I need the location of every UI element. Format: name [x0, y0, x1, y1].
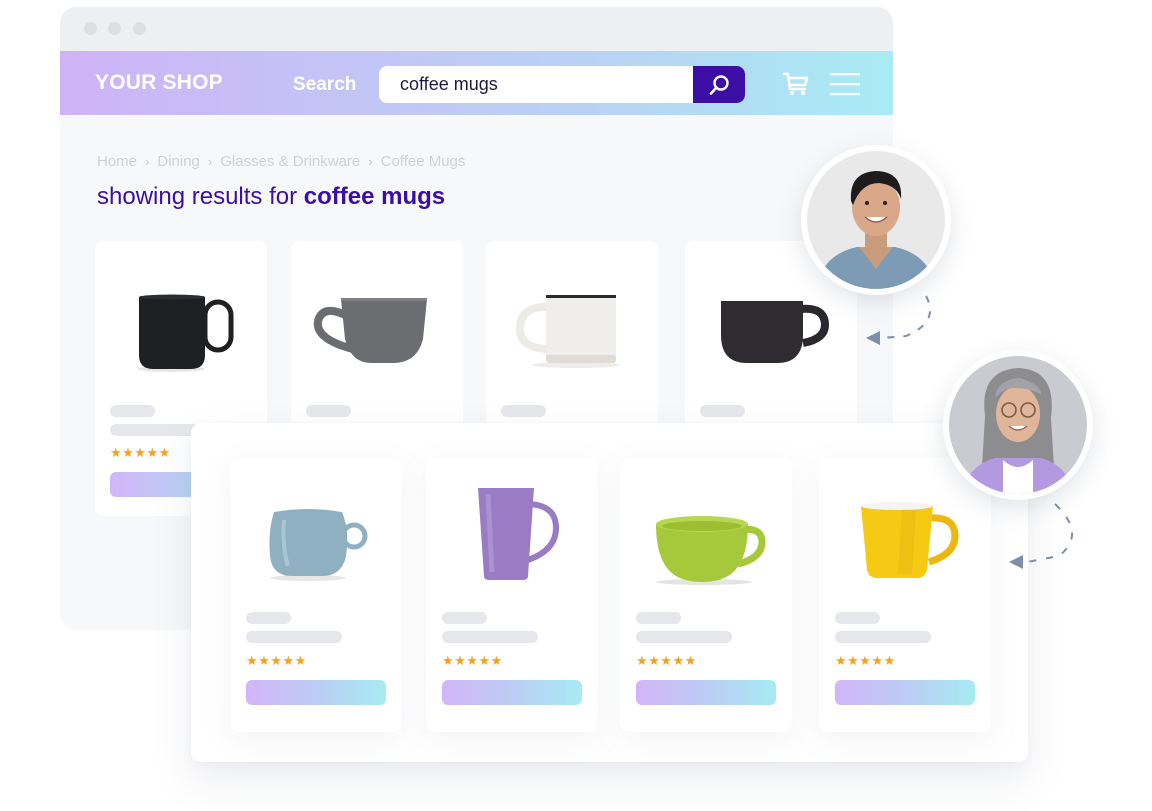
rating-stars: ★★★★★	[442, 653, 503, 668]
skeleton-title	[501, 405, 546, 417]
charcoal-mug-image	[721, 301, 830, 363]
skeleton-title	[306, 405, 351, 417]
man-portrait-image	[807, 151, 945, 289]
results-heading: showing results for coffee mugs	[97, 183, 445, 211]
light-blue-mug-image	[269, 509, 368, 581]
breadcrumb-home[interactable]: Home	[97, 153, 137, 171]
search-label: Search	[293, 74, 357, 95]
rating-stars: ★★★★★	[246, 653, 307, 668]
skeleton-title	[442, 612, 487, 624]
woman-shopper-avatar	[943, 350, 1093, 500]
window-close-button[interactable]	[84, 22, 97, 35]
rating-stars: ★★★★★	[636, 653, 697, 668]
recommendation-arrow-icon	[866, 295, 931, 345]
rating-stars: ★★★★★	[110, 445, 171, 460]
product-card[interactable]: ★★★★★	[230, 458, 402, 732]
window-titlebar	[60, 7, 893, 51]
green-mug-image	[656, 516, 766, 585]
search-icon	[709, 74, 729, 95]
recommendations-panel: ★★★★★ ★★★★★ ★★★★★ ★★★★★	[191, 423, 1028, 762]
shop-logo[interactable]: YOUR SHOP	[95, 71, 223, 95]
black-mug-image	[137, 294, 234, 372]
skeleton-title	[835, 612, 880, 624]
window-maximize-button[interactable]	[133, 22, 146, 35]
skeleton-subtitle	[442, 631, 538, 643]
search-button[interactable]	[693, 66, 745, 103]
breadcrumb-separator: ›	[368, 154, 373, 169]
recommendation-arrow-icon	[1009, 503, 1074, 569]
breadcrumb-coffee-mugs[interactable]: Coffee Mugs	[381, 153, 466, 171]
results-prefix: showing results for	[97, 183, 304, 210]
add-to-cart-button[interactable]	[636, 680, 776, 705]
skeleton-title	[110, 405, 155, 417]
purple-mug-image	[478, 488, 560, 580]
cart-icon[interactable]	[782, 70, 810, 98]
gray-mug-image	[313, 298, 427, 363]
breadcrumb: Home › Dining › Glasses & Drinkware › Co…	[97, 153, 465, 171]
product-card[interactable]: ★★★★★	[426, 458, 598, 732]
breadcrumb-dining[interactable]: Dining	[157, 153, 200, 171]
add-to-cart-button[interactable]	[442, 680, 582, 705]
skeleton-title	[636, 612, 681, 624]
skeleton-title	[246, 612, 291, 624]
window-minimize-button[interactable]	[108, 22, 121, 35]
skeleton-title	[700, 405, 745, 417]
add-to-cart-button[interactable]	[246, 680, 386, 705]
breadcrumb-separator: ›	[145, 154, 150, 169]
breadcrumb-glasses-drinkware[interactable]: Glasses & Drinkware	[220, 153, 360, 171]
rating-stars: ★★★★★	[835, 653, 896, 668]
man-shopper-avatar	[801, 145, 951, 295]
menu-icon[interactable]	[830, 71, 860, 97]
results-query: coffee mugs	[303, 183, 446, 210]
breadcrumb-separator: ›	[207, 154, 213, 169]
skeleton-subtitle	[636, 631, 732, 643]
woman-portrait-image	[949, 356, 1087, 494]
search-box	[379, 66, 745, 103]
product-card[interactable]: ★★★★★	[620, 458, 792, 732]
add-to-cart-button[interactable]	[835, 680, 975, 705]
skeleton-subtitle	[835, 631, 931, 643]
search-input[interactable]	[379, 66, 693, 103]
white-mug-image	[516, 295, 620, 368]
product-card[interactable]: ★★★★★	[819, 458, 991, 732]
shop-navbar: YOUR SHOP Search	[60, 51, 893, 115]
yellow-mug-image	[861, 502, 959, 578]
skeleton-subtitle	[246, 631, 342, 643]
